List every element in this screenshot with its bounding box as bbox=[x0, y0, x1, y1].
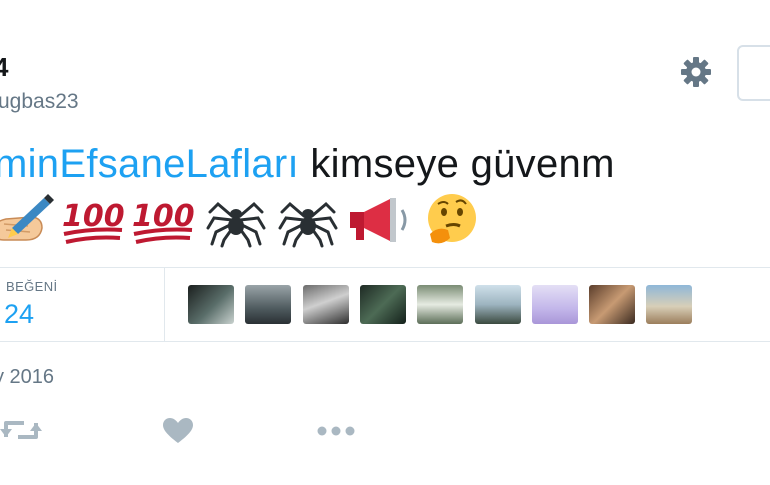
hashtag-link[interactable]: minEfsaneLafları bbox=[0, 142, 299, 186]
liker-avatar[interactable] bbox=[188, 285, 234, 324]
more-button[interactable] bbox=[316, 424, 356, 442]
hundred-points-emoji: 100 bbox=[132, 199, 195, 244]
loudspeaker-emoji bbox=[350, 198, 407, 242]
tweet-date: y 2016 bbox=[0, 366, 55, 388]
spider-emoji bbox=[206, 201, 266, 248]
stats-divider bbox=[164, 268, 165, 341]
liker-avatar[interactable] bbox=[589, 285, 635, 324]
spider-emoji bbox=[278, 201, 338, 248]
more-dots-icon bbox=[317, 426, 355, 436]
retweet-button[interactable] bbox=[0, 417, 42, 448]
writing-hand-emoji bbox=[0, 194, 54, 241]
like-button[interactable] bbox=[163, 418, 193, 449]
settings-button[interactable] bbox=[676, 56, 716, 88]
liker-avatar[interactable] bbox=[646, 285, 692, 324]
heart-icon bbox=[163, 418, 193, 443]
follow-button[interactable] bbox=[737, 45, 770, 101]
tweet-text: minEfsaneLafları kimseye güvenm bbox=[0, 142, 615, 187]
liker-avatar[interactable] bbox=[475, 285, 521, 324]
liker-avatar[interactable] bbox=[360, 285, 406, 324]
liker-avatar[interactable] bbox=[532, 285, 578, 324]
likes-count[interactable]: 24 bbox=[4, 299, 34, 330]
retweet-icon bbox=[0, 421, 42, 439]
gear-icon bbox=[681, 57, 711, 87]
username-handle[interactable]: ugbas23 bbox=[0, 90, 79, 114]
hundred-points-emoji: 100 bbox=[62, 199, 125, 244]
tweet-body-text: kimseye güvenm bbox=[298, 142, 615, 186]
thinking-face-emoji bbox=[428, 194, 476, 244]
stats-top-divider bbox=[0, 267, 770, 268]
liker-avatar[interactable] bbox=[303, 285, 349, 324]
likes-label: BEĞENİ bbox=[6, 279, 58, 294]
stats-bottom-divider bbox=[0, 341, 770, 342]
liker-avatar[interactable] bbox=[417, 285, 463, 324]
liker-avatar[interactable] bbox=[245, 285, 291, 324]
display-name[interactable]: 4 bbox=[0, 52, 9, 83]
